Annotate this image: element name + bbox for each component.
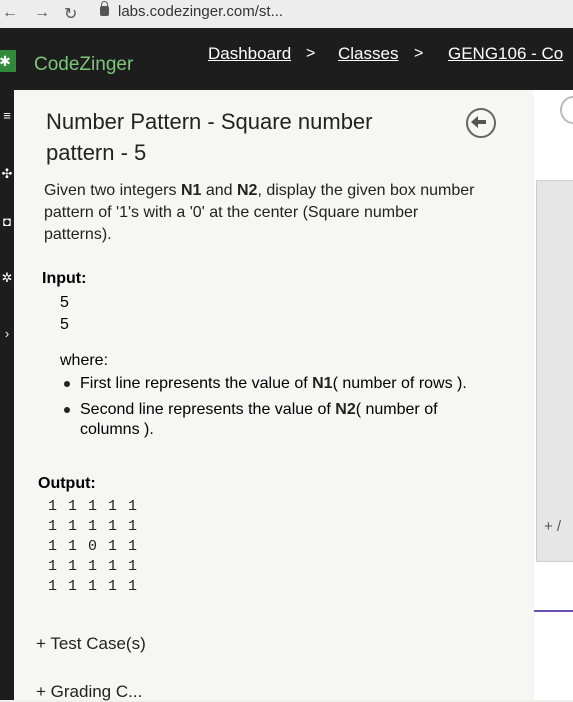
chevron-right-icon[interactable]: › <box>0 326 14 342</box>
problem-title: Number Pattern - Square number pattern -… <box>46 109 373 165</box>
bullet-text: ( number of rows ). <box>332 375 467 392</box>
output-row: 1 1 1 1 1 <box>48 578 139 595</box>
problem-panel: Number Pattern - Square number pattern -… <box>14 90 534 702</box>
editor-pane: + / <box>534 90 573 700</box>
list-item: Second line represents the value of N2( … <box>60 400 490 440</box>
breadcrumb-separator: > <box>414 45 424 62</box>
output-row: 1 1 1 1 1 <box>48 558 139 575</box>
top-navigation-bar: ✱ CodeZinger Dashboard > Classes > GENG1… <box>0 28 573 90</box>
menu-icon[interactable]: ≡ <box>0 108 14 124</box>
test-cases-link[interactable]: + Test Case(s) <box>36 634 146 654</box>
bullet-text: First line represents the value of <box>80 375 313 392</box>
back-arrow-button[interactable] <box>466 108 496 138</box>
codezinger-logo-icon: ✱ <box>0 50 16 72</box>
description-text: Given two integers <box>44 182 181 199</box>
reload-icon[interactable]: ↻ <box>64 4 77 24</box>
code-editor-area[interactable] <box>536 180 573 562</box>
settings-icon[interactable]: ✲ <box>0 270 14 286</box>
where-label: where: <box>60 352 109 369</box>
output-row: 1 1 1 1 1 <box>48 518 139 535</box>
description-text: and <box>201 182 237 199</box>
input-value: 5 <box>60 294 69 311</box>
add-link[interactable]: + / <box>544 518 561 535</box>
problem-description: Given two integers N1 and N2, display th… <box>44 180 484 246</box>
breadcrumb-class-geng106[interactable]: GENG106 - Co <box>448 44 563 64</box>
grading-link[interactable]: + Grading C... <box>36 682 142 702</box>
output-label: Output: <box>38 475 96 492</box>
window-icon[interactable]: ◘ <box>0 214 14 230</box>
arrow-right-icon[interactable]: → <box>34 4 50 22</box>
list-item: First line represents the value of N1( n… <box>60 374 490 394</box>
output-row: 1 1 0 1 1 <box>48 538 139 555</box>
variable-n2: N2 <box>335 401 356 418</box>
address-bar[interactable]: labs.codezinger.com/st... <box>118 3 283 20</box>
brand-name[interactable]: CodeZinger <box>34 54 133 76</box>
variable-n1: N1 <box>312 375 333 392</box>
lock-icon <box>100 1 109 16</box>
browser-toolbar: ← → ↻ labs.codezinger.com/st... <box>0 0 573 28</box>
input-explanation-list: First line represents the value of N1( n… <box>60 374 490 446</box>
breadcrumb-classes[interactable]: Classes <box>338 44 398 64</box>
output-row: 1 1 1 1 1 <box>48 498 139 515</box>
tools-icon[interactable]: ✣ <box>0 166 14 182</box>
input-label: Input: <box>42 270 87 287</box>
bullet-text: Second line represents the value of <box>80 401 336 418</box>
arrow-left-icon[interactable]: ← <box>2 4 18 22</box>
left-sidebar: ≡ ✣ ◘ ✲ › <box>0 90 14 700</box>
input-value: 5 <box>60 316 69 333</box>
variable-n1: N1 <box>180 182 202 199</box>
divider <box>534 610 573 612</box>
variable-n2: N2 <box>237 182 258 199</box>
breadcrumb-dashboard[interactable]: Dashboard <box>208 44 291 64</box>
breadcrumb-separator: > <box>306 45 316 62</box>
toggle-icon[interactable] <box>560 96 573 124</box>
